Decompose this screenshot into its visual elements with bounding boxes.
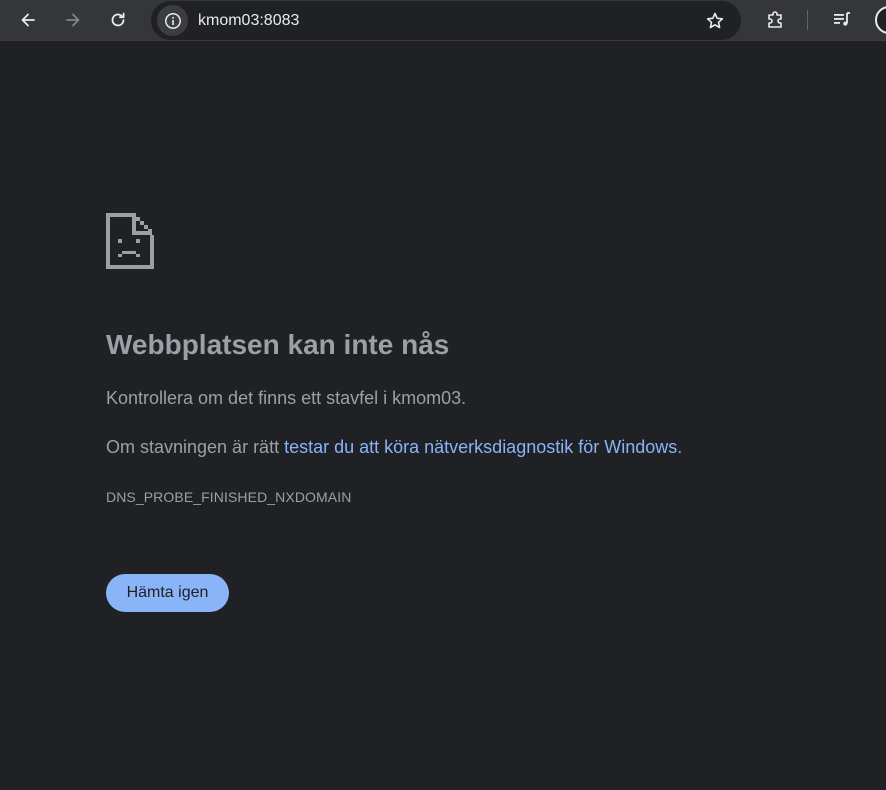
star-icon xyxy=(706,12,724,29)
extensions-button[interactable] xyxy=(760,4,792,36)
reload-button[interactable] xyxy=(102,4,134,36)
media-queue-icon xyxy=(834,12,850,26)
forward-button[interactable] xyxy=(57,4,89,36)
browser-toolbar: kmom03:8083 xyxy=(0,0,886,41)
back-arrow-icon xyxy=(21,13,35,27)
diagnostics-suffix: . xyxy=(677,437,683,457)
bookmark-button[interactable] xyxy=(701,7,729,35)
forward-arrow-icon xyxy=(66,13,80,27)
spelling-suggestion: Kontrollera om det finns ett stavfel i k… xyxy=(106,388,467,408)
diagnostics-suggestion: Om stavningen är rätt testar du att köra… xyxy=(106,435,682,459)
site-info-button[interactable] xyxy=(157,5,188,36)
sad-document-icon xyxy=(106,213,154,269)
diagnostics-prefix: Om stavningen är rätt xyxy=(106,437,285,457)
address-bar[interactable]: kmom03:8083 xyxy=(151,1,741,40)
network-diagnostics-link[interactable]: testar du att köra nätverksdiagnostik fö… xyxy=(284,437,677,457)
puzzle-icon xyxy=(768,11,782,28)
reload-icon xyxy=(111,12,125,27)
reload-page-button[interactable]: Hämta igen xyxy=(106,574,229,612)
info-icon xyxy=(164,12,181,29)
error-heading: Webbplatsen kan inte nås xyxy=(106,329,450,360)
media-button[interactable] xyxy=(826,4,858,36)
avatar[interactable] xyxy=(875,6,886,34)
back-button[interactable] xyxy=(12,4,44,36)
error-code: DNS_PROBE_FINISHED_NXDOMAIN xyxy=(106,489,352,505)
error-page: Webbplatsen kan inte nås Kontrollera om … xyxy=(1,41,886,790)
toolbar-separator xyxy=(807,10,808,30)
url-text[interactable]: kmom03:8083 xyxy=(198,11,299,31)
